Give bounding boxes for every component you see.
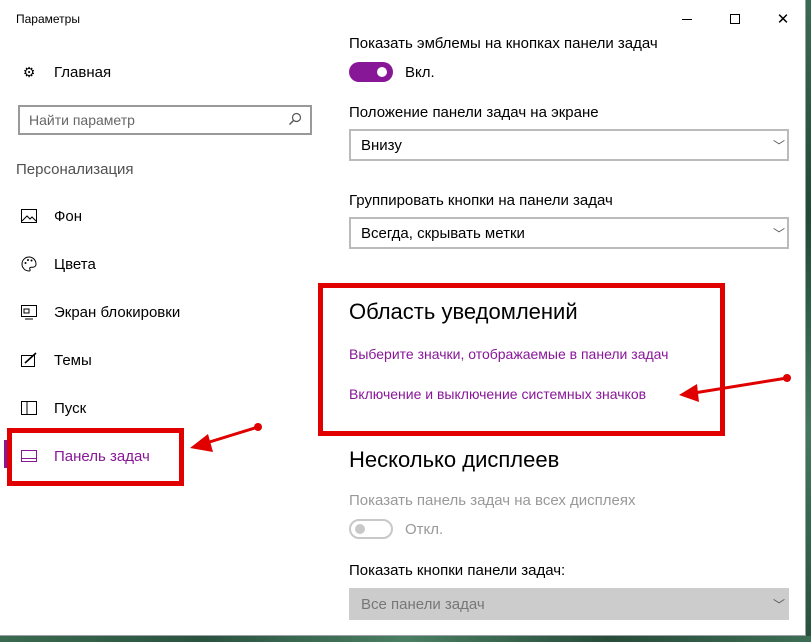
sidebar-home[interactable]: ⚙ Главная (20, 63, 111, 81)
sidebar-item-colors[interactable]: Цвета (20, 255, 96, 273)
grouping-dropdown[interactable]: Всегда, скрывать метки ﹀ (349, 217, 789, 249)
toggle-knob (377, 67, 387, 77)
maximize-icon (730, 14, 740, 24)
multi-toggle-state: Откл. (405, 521, 444, 538)
section-personalization: Персонализация (16, 161, 134, 178)
sidebar-item-label: Цвета (54, 255, 96, 273)
multi-buttons-value: Все панели задач (361, 595, 485, 613)
sidebar-item-themes[interactable]: Темы (20, 351, 92, 369)
position-label: Положение панели задач на экране (349, 104, 599, 121)
gear-icon: ⚙ (22, 63, 36, 80)
minimize-button[interactable] (664, 4, 710, 34)
chevron-down-icon: ﹀ (773, 598, 786, 612)
multi-display-toggle[interactable] (349, 519, 393, 539)
image-icon (20, 207, 38, 225)
sidebar-item-label: Пуск (54, 399, 87, 417)
search-icon (288, 112, 302, 129)
multi-buttons-dropdown[interactable]: Все панели задач ﹀ (349, 588, 789, 620)
badges-toggle[interactable] (349, 62, 393, 82)
themes-brush-icon (20, 351, 38, 369)
desktop-background-bottom (0, 636, 811, 642)
palette-icon (20, 255, 38, 273)
position-value: Внизу (361, 136, 402, 154)
desktop-background (806, 0, 811, 642)
badges-toggle-state: Вкл. (405, 64, 435, 81)
annotation-box-notification-area (318, 283, 725, 436)
multi-show-label: Показать панель задач на всех дисплеях (349, 492, 636, 509)
grouping-label: Группировать кнопки на панели задач (349, 192, 613, 209)
sidebar-item-lock-screen[interactable]: Экран блокировки (20, 303, 180, 321)
chevron-down-icon: ﹀ (773, 227, 786, 241)
grouping-value: Всегда, скрывать метки (361, 224, 525, 242)
maximize-button[interactable] (712, 4, 758, 34)
search-input[interactable]: Найти параметр (18, 105, 312, 135)
lock-screen-icon (20, 303, 38, 321)
toggle-knob (355, 524, 365, 534)
chevron-down-icon: ﹀ (773, 139, 786, 153)
position-dropdown[interactable]: Внизу ﹀ (349, 129, 789, 161)
sidebar-item-background[interactable]: Фон (20, 207, 82, 225)
close-button[interactable]: ✕ (760, 4, 805, 34)
sidebar-item-label: Экран блокировки (54, 303, 181, 321)
search-placeholder: Найти параметр (29, 112, 135, 128)
multi-buttons-label: Показать кнопки панели задач: (349, 562, 566, 579)
sidebar-home-label: Главная (54, 63, 112, 81)
sidebar-item-start[interactable]: Пуск (20, 399, 86, 417)
sidebar-item-label: Темы (54, 351, 92, 369)
minimize-icon (682, 18, 692, 20)
window-title: Параметры (16, 12, 80, 26)
sidebar-item-label: Фон (54, 207, 83, 225)
close-icon: ✕ (776, 10, 790, 28)
badges-label: Показать эмблемы на кнопках панели задач (349, 35, 658, 52)
start-grid-icon (20, 399, 38, 417)
annotation-box-taskbar (7, 428, 184, 486)
multiple-displays-heading: Несколько дисплеев (349, 447, 560, 472)
